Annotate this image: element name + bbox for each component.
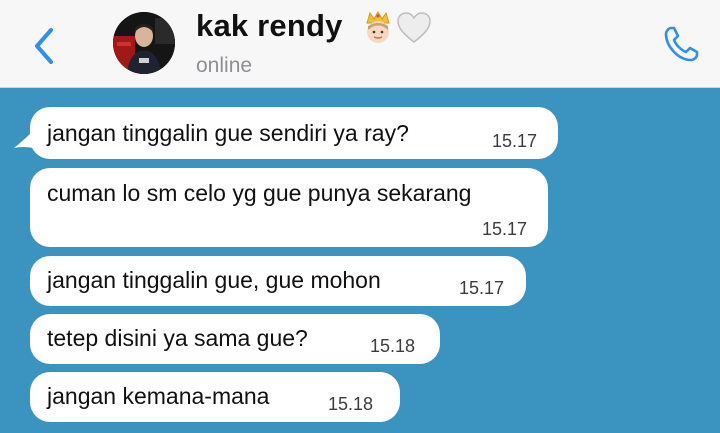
back-button[interactable]	[30, 26, 60, 66]
message-text: jangan tinggalin gue sendiri ya ray?	[47, 120, 409, 146]
message-time: 15.17	[482, 219, 528, 239]
message-bubble[interactable]: tetep disini ya sama gue? 15.18	[30, 314, 440, 364]
message-list[interactable]: jangan tinggalin gue sendiri ya ray? 15.…	[0, 88, 720, 433]
phone-icon	[664, 26, 699, 62]
crown-prince-emoji	[360, 10, 396, 46]
message-time: 15.18	[370, 336, 416, 356]
message-text: cuman lo sm celo yg gue punya sekarang	[47, 180, 472, 206]
contact-name[interactable]: kak rendy	[196, 8, 343, 44]
message-time: 15.17	[492, 131, 538, 151]
message-text: jangan tinggalin gue, gue mohon	[47, 267, 381, 293]
chat-header: kak rendy online	[0, 0, 720, 88]
call-button[interactable]	[662, 24, 700, 64]
message-bubble[interactable]: jangan tinggalin gue sendiri ya ray? 15.…	[30, 107, 558, 159]
message-time: 15.17	[459, 278, 505, 298]
message-bubble[interactable]: cuman lo sm celo yg gue punya sekarang 1…	[30, 168, 548, 247]
message-text: tetep disini ya sama gue?	[47, 325, 308, 351]
chevron-left-icon	[35, 28, 53, 64]
message-text: jangan kemana-mana	[47, 383, 270, 409]
contact-avatar[interactable]	[113, 12, 175, 74]
white-heart-emoji	[396, 10, 432, 46]
contact-status: online	[196, 54, 253, 77]
message-bubble[interactable]: jangan tinggalin gue, gue mohon 15.17	[30, 256, 526, 306]
message-time: 15.18	[328, 394, 374, 414]
message-bubble[interactable]: jangan kemana-mana 15.18	[30, 372, 400, 422]
